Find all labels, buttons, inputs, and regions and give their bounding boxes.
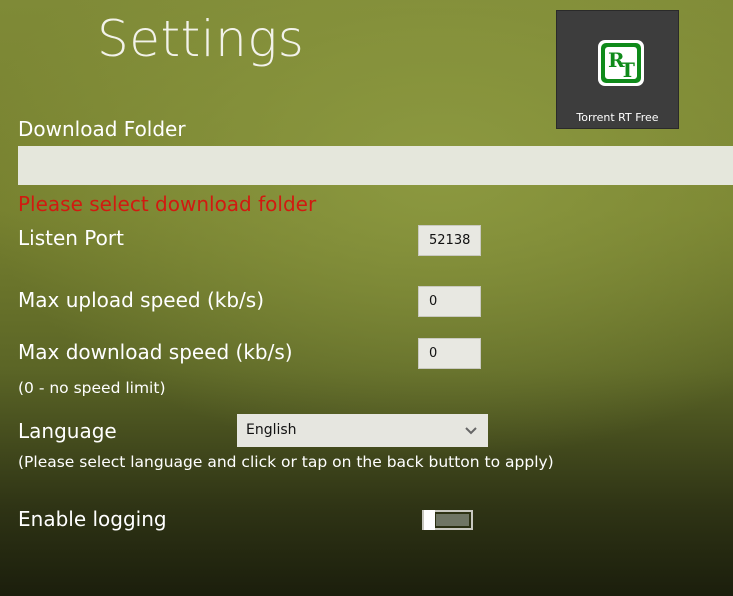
speed-limit-hint: (0 - no speed limit)	[18, 379, 166, 397]
chevron-down-icon	[465, 427, 477, 435]
enable-logging-label: Enable logging	[18, 507, 167, 531]
language-select[interactable]: English	[237, 414, 488, 447]
app-tile: R T Torrent RT Free	[556, 10, 679, 129]
app-tile-label: Torrent RT Free	[576, 111, 659, 124]
torrent-rt-logo-icon: R T	[598, 40, 644, 86]
listen-port-label: Listen Port	[18, 226, 124, 250]
language-selected-value: English	[246, 422, 297, 438]
language-label: Language	[18, 419, 117, 443]
svg-text:T: T	[620, 58, 635, 82]
download-folder-input[interactable]	[18, 146, 733, 185]
max-upload-label: Max upload speed (kb/s)	[18, 288, 264, 312]
max-download-label: Max download speed (kb/s)	[18, 340, 293, 364]
listen-port-input[interactable]: 52138	[418, 225, 481, 256]
toggle-track	[436, 514, 469, 526]
download-folder-label: Download Folder	[18, 117, 186, 141]
download-folder-error: Please select download folder	[18, 192, 317, 216]
language-hint: (Please select language and click or tap…	[18, 453, 554, 471]
page-title: Settings	[97, 10, 305, 68]
toggle-thumb[interactable]	[424, 510, 435, 530]
enable-logging-toggle[interactable]	[422, 510, 473, 530]
max-download-input[interactable]: 0	[418, 338, 481, 369]
max-upload-input[interactable]: 0	[418, 286, 481, 317]
